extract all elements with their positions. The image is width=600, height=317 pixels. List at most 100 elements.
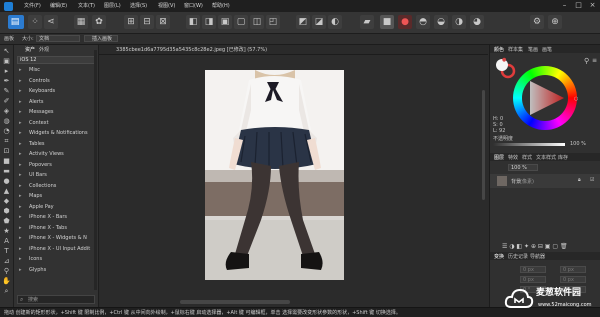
pencil-tool-icon[interactable]: ✎ — [2, 87, 11, 95]
mask-button[interactable]: ▰ — [360, 15, 374, 29]
expand-arrow-icon[interactable]: ▸ — [19, 129, 22, 138]
polygon-tool-icon[interactable]: ⬟ — [2, 217, 11, 225]
star-tool-icon[interactable]: ★ — [2, 227, 11, 235]
expand-arrow-icon[interactable]: ▸ — [19, 108, 22, 117]
transparency-tool-icon[interactable]: ◔ — [2, 127, 11, 135]
horizontal-scrollbar[interactable] — [180, 300, 290, 304]
arrange-button[interactable]: ⊞ — [124, 15, 138, 29]
menu-select[interactable]: 选择(S) — [130, 2, 147, 9]
rectangle-tool-icon[interactable]: ■ — [2, 157, 11, 165]
vertical-scrollbar[interactable] — [482, 90, 485, 200]
asset-category-item[interactable]: ▸ iPhone X - Tabs — [14, 224, 98, 233]
artboard-tool-icon[interactable]: ▣ — [2, 57, 11, 65]
triangle-tool-icon[interactable]: ▲ — [2, 187, 11, 195]
expand-arrow-icon[interactable]: ▸ — [19, 255, 22, 264]
layer-tools-icon[interactable]: ☰ ◑ ◧ ✦ ⊕ ⊟ ▣ ▢ 🗑︎ — [502, 243, 568, 250]
frame-text-tool-icon[interactable]: T — [2, 247, 11, 255]
close-icon[interactable]: × — [588, 1, 597, 10]
asset-category-item[interactable]: ▸ Misc — [14, 66, 98, 75]
asset-category-item[interactable]: ▸ Keyboards — [14, 87, 98, 96]
trapezoid-tool-icon[interactable]: ⬢ — [2, 207, 11, 215]
preview-button[interactable]: ◒ — [434, 15, 448, 29]
zoom-button[interactable]: ⊕ — [548, 15, 562, 29]
asset-category-item[interactable]: ▸ Widgets & Notifications — [14, 129, 98, 138]
assets-scrollbar[interactable] — [94, 50, 97, 290]
layer-row[interactable]: 背景 (像素) 🔒︎ ☑ — [490, 174, 600, 188]
maximize-icon[interactable]: □ — [574, 1, 583, 10]
asset-category-item[interactable]: ▸ Glyphs — [14, 266, 98, 275]
expand-arrow-icon[interactable]: ▸ — [19, 213, 22, 222]
insert-artboard-button[interactable]: 插入画板 — [84, 35, 118, 42]
ungroup-button[interactable]: ◰ — [266, 15, 280, 29]
library-select[interactable]: iOS 12 — [17, 56, 95, 64]
menu-edit[interactable]: 编辑(E) — [50, 2, 67, 9]
expand-arrow-icon[interactable]: ▸ — [19, 161, 22, 170]
rounded-rect-tool-icon[interactable]: ▬ — [2, 167, 11, 175]
distribute-button[interactable]: ⊠ — [156, 15, 170, 29]
flip-button[interactable]: ◧ — [186, 15, 200, 29]
asset-category-item[interactable]: ▸ UI Bars — [14, 171, 98, 180]
brush-tool-icon[interactable]: ✐ — [2, 97, 11, 105]
minimize-icon[interactable]: – — [560, 1, 569, 10]
tab-transform[interactable]: 变换 — [494, 253, 504, 260]
expand-arrow-icon[interactable]: ▸ — [19, 77, 22, 86]
grid-button[interactable]: ⁘ — [28, 15, 42, 29]
display-button[interactable]: ◑ — [452, 15, 466, 29]
pen-tool-icon[interactable]: ✒ — [2, 77, 11, 85]
size-select[interactable]: 文档 — [36, 35, 80, 42]
transform-w-field[interactable]: 0 px — [520, 276, 546, 283]
expand-arrow-icon[interactable]: ▸ — [19, 182, 22, 191]
tab-history[interactable]: 历史记录 — [508, 253, 528, 260]
assistant-button[interactable]: ⚙ — [530, 15, 544, 29]
boolean-subtract-button[interactable]: ◪ — [312, 15, 326, 29]
vector-crop-tool-icon[interactable]: ⊿ — [2, 257, 11, 265]
expand-arrow-icon[interactable]: ▸ — [19, 98, 22, 107]
tab-color[interactable]: 颜色 — [494, 46, 504, 53]
expand-arrow-icon[interactable]: ▸ — [19, 266, 22, 275]
crop-tool-icon[interactable]: ⌗ — [2, 137, 11, 145]
text-tool-icon[interactable]: A — [2, 237, 11, 245]
tab-navigator[interactable]: 导航器 — [530, 253, 545, 260]
tab-effects[interactable]: 特效 — [508, 154, 518, 161]
tab-brushes[interactable]: 画笔 — [542, 46, 552, 53]
asset-category-item[interactable]: ▸ Collections — [14, 182, 98, 191]
rotate-button[interactable]: ◨ — [202, 15, 216, 29]
mode-button[interactable]: ■ — [380, 15, 394, 29]
expand-arrow-icon[interactable]: ▸ — [19, 203, 22, 212]
align-button[interactable]: ⊟ — [140, 15, 154, 29]
asset-category-item[interactable]: ▸ Alerts — [14, 98, 98, 107]
gradient-tool-icon[interactable]: ◍ — [2, 117, 11, 125]
boolean-add-button[interactable]: ◩ — [296, 15, 310, 29]
asset-category-item[interactable]: ▸ Icons — [14, 255, 98, 264]
panel-menu-icon[interactable]: ≡ — [592, 57, 597, 64]
eyedropper-icon[interactable]: ⚲ — [584, 57, 589, 65]
gear-button[interactable]: ✿ — [92, 15, 106, 29]
tab-text-styles[interactable]: 文本样式 — [536, 154, 556, 161]
zoom-tool-icon[interactable]: ⌕ — [2, 287, 11, 295]
asset-category-item[interactable]: ▸ Activity Views — [14, 150, 98, 159]
assets-search-input[interactable]: ⌕ 搜索 — [17, 295, 95, 304]
menu-help[interactable]: 帮助(H) — [212, 2, 230, 9]
asset-category-item[interactable]: ▸ iPhone X - Bars — [14, 213, 98, 222]
group-button[interactable]: ◫ — [250, 15, 264, 29]
transform-h-field[interactable]: 0 px — [560, 276, 586, 283]
diamond-tool-icon[interactable]: ◆ — [2, 197, 11, 205]
asset-category-item[interactable]: ▸ Context — [14, 119, 98, 128]
asset-category-item[interactable]: ▸ Tables — [14, 140, 98, 149]
expand-arrow-icon[interactable]: ▸ — [19, 234, 22, 243]
persona-photo-button[interactable]: ▤ — [8, 15, 24, 29]
expand-arrow-icon[interactable]: ▸ — [19, 171, 22, 180]
tab-layers[interactable]: 图层 — [494, 154, 504, 161]
eyedropper-tool-icon[interactable]: ⚲ — [2, 267, 11, 275]
expand-arrow-icon[interactable]: ▸ — [19, 119, 22, 128]
place-tool-icon[interactable]: ⊡ — [2, 147, 11, 155]
tab-stroke[interactable]: 笔画 — [528, 46, 538, 53]
tab-stock[interactable]: 库存 — [558, 154, 568, 161]
ellipse-tool-icon[interactable]: ● — [2, 177, 11, 185]
expand-arrow-icon[interactable]: ▸ — [19, 140, 22, 149]
expand-arrow-icon[interactable]: ▸ — [19, 87, 22, 96]
boolean-intersect-button[interactable]: ◐ — [328, 15, 342, 29]
document-tab[interactable]: 3385cbee1d6a7795d35a5435c8c28e2.jpeg [已修… — [116, 46, 267, 53]
move-tool-icon[interactable]: ↖ — [2, 47, 11, 55]
expand-arrow-icon[interactable]: ▸ — [19, 192, 22, 201]
